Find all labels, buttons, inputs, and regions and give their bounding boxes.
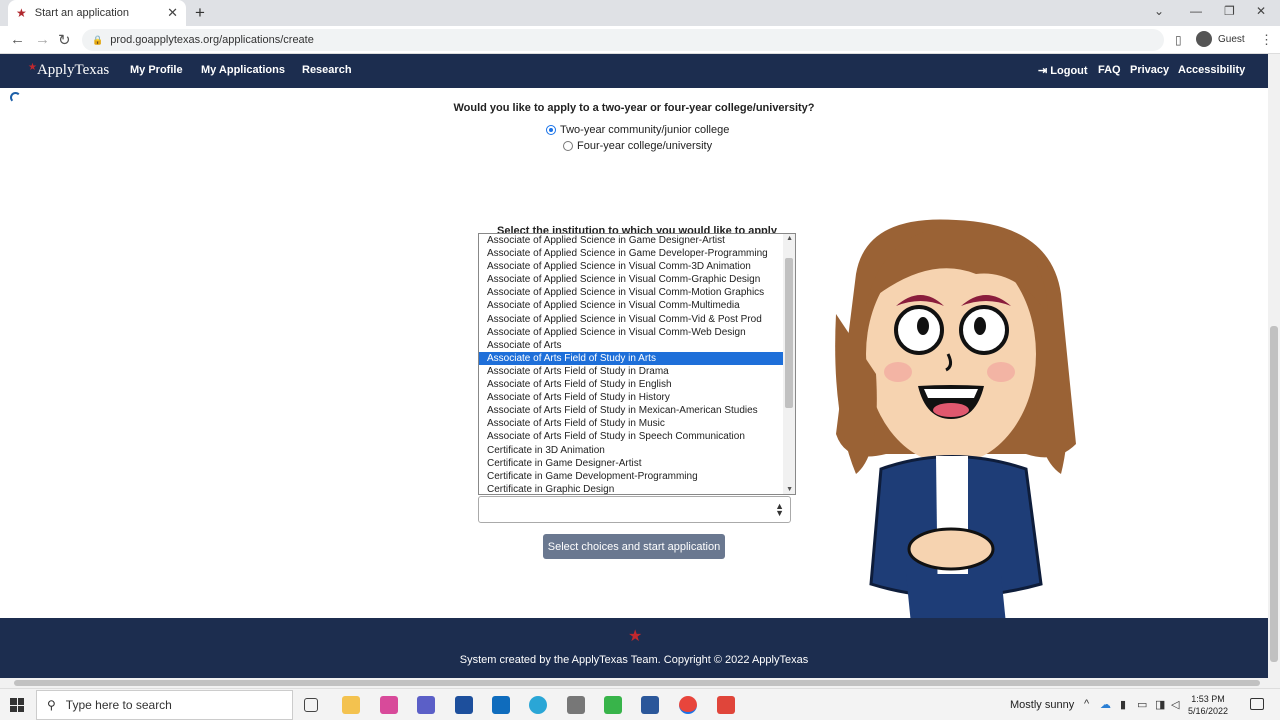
dropdown-option[interactable]: Certificate in Game Development-Programm… <box>479 470 783 483</box>
word-icon[interactable] <box>641 696 659 714</box>
new-tab-icon[interactable]: + <box>195 3 205 23</box>
dropdown-option[interactable]: Associate of Applied Science in Visual C… <box>479 286 783 299</box>
dropdown-option[interactable]: Associate of Arts Field of Study in Arts <box>479 351 783 365</box>
url-text: prod.goapplytexas.org/applications/creat… <box>110 34 314 46</box>
restore-icon[interactable]: ❐ <box>1224 4 1235 18</box>
nav-my-applications[interactable]: My Applications <box>201 64 285 76</box>
dropdown-scrollbar[interactable]: ▲ ▼ <box>783 234 795 494</box>
tray-chevron-icon[interactable]: ^ <box>1084 698 1089 710</box>
avatar <box>1196 31 1212 47</box>
dropdown-option[interactable]: Certificate in Game Designer-Artist <box>479 457 783 470</box>
favicon-star-icon: ★ <box>16 6 27 20</box>
system-clock[interactable]: 1:53 PM 5/16/2022 <box>1188 693 1228 717</box>
dropdown-option[interactable]: Associate of Arts <box>479 339 783 352</box>
dropdown-option[interactable]: Associate of Arts Field of Study in Spee… <box>479 430 783 443</box>
battery-icon[interactable]: ▭ <box>1137 698 1147 711</box>
horizontal-scroll-thumb[interactable] <box>14 680 1260 686</box>
chrome-icon[interactable] <box>679 696 697 714</box>
menu-icon[interactable]: ⋮ <box>1260 32 1273 48</box>
scroll-up-icon[interactable]: ▲ <box>786 235 793 242</box>
profile-button[interactable]: Guest <box>1196 31 1245 47</box>
notification-icon[interactable] <box>1250 698 1264 710</box>
close-tab-icon[interactable]: ✕ <box>167 5 178 21</box>
tab-search-icon[interactable]: ⌄ <box>1154 4 1164 18</box>
site-footer: ★ System created by the ApplyTexas Team.… <box>0 618 1268 678</box>
site-navbar: ★ApplyTexas My Profile My Applications R… <box>0 54 1268 88</box>
dropdown-option[interactable]: Associate of Applied Science in Visual C… <box>479 260 783 273</box>
close-window-icon[interactable]: ✕ <box>1256 4 1266 18</box>
program-dropdown-list[interactable]: Associate of Applied Science in Game Des… <box>478 233 796 495</box>
dropdown-option[interactable]: Associate of Arts Field of Study in Dram… <box>479 365 783 378</box>
nav-faq[interactable]: FAQ <box>1098 64 1121 76</box>
option-two-year[interactable]: Two-year community/junior college <box>546 124 729 136</box>
dropdown-option[interactable]: Associate of Arts Field of Study in Mexi… <box>479 404 783 417</box>
taskbar-search-placeholder: Type here to search <box>65 698 172 712</box>
nav-my-profile[interactable]: My Profile <box>130 64 183 76</box>
tab-title: Start an application <box>34 7 129 19</box>
logout-icon: ⇥ <box>1038 65 1051 77</box>
dropdown-scroll-thumb[interactable] <box>785 258 793 408</box>
dropdown-option[interactable]: Associate of Applied Science in Visual C… <box>479 326 783 339</box>
radio-four-year[interactable] <box>563 141 573 151</box>
program-select[interactable]: ▲ ▼ <box>478 496 791 523</box>
windows-taskbar: ⚲ Type here to search Mostly sunny ^ ☁ ▮… <box>0 688 1280 720</box>
dropdown-option[interactable]: Associate of Applied Science in Game Dev… <box>479 247 783 260</box>
nav-research[interactable]: Research <box>302 64 352 76</box>
usb-icon[interactable]: ▮ <box>1120 698 1126 711</box>
nav-accessibility[interactable]: Accessibility <box>1178 64 1245 76</box>
dropdown-option[interactable]: Associate of Arts Field of Study in Engl… <box>479 378 783 391</box>
dropdown-option[interactable]: Associate of Arts Field of Study in Hist… <box>479 391 783 404</box>
dropdown-option[interactable]: Associate of Applied Science in Visual C… <box>479 313 783 326</box>
select-arrows-icon: ▲ ▼ <box>775 501 784 518</box>
search-icon: ⚲ <box>47 698 56 712</box>
app-icon-2[interactable] <box>455 696 473 714</box>
radio-two-year[interactable] <box>546 125 556 135</box>
url-bar[interactable]: 🔒 prod.goapplytexas.org/applications/cre… <box>82 29 1164 51</box>
start-application-button[interactable]: Select choices and start application <box>543 534 725 559</box>
app-icon-5[interactable] <box>717 696 735 714</box>
applytexas-logo[interactable]: ★ApplyTexas <box>28 62 109 79</box>
network-icon[interactable]: ◨ <box>1155 698 1165 711</box>
teams-icon[interactable] <box>417 696 435 714</box>
nav-logout[interactable]: ⇥ Logout <box>1038 64 1088 77</box>
lock-icon: 🔒 <box>92 34 104 45</box>
college-type-question: Would you like to apply to a two-year or… <box>453 102 815 114</box>
dropdown-option[interactable]: Certificate in 3D Animation <box>479 444 783 457</box>
footer-star-icon: ★ <box>628 628 643 645</box>
taskbar-search[interactable]: ⚲ Type here to search <box>36 690 293 720</box>
browser-tab-bar: ★ Start an application ✕ + ⌄ — ❐ ✕ <box>0 0 1280 26</box>
file-explorer-icon[interactable] <box>342 696 360 714</box>
browser-tab[interactable]: ★ Start an application ✕ <box>8 0 186 26</box>
nav-privacy[interactable]: Privacy <box>1130 64 1169 76</box>
option-four-year[interactable]: Four-year college/university <box>563 140 712 152</box>
onedrive-icon[interactable]: ☁ <box>1100 698 1111 711</box>
app-icon-3[interactable] <box>567 696 585 714</box>
copyright-text: System created by the ApplyTexas Team. C… <box>459 654 809 666</box>
dropdown-option[interactable]: Certificate in Graphic Design <box>479 483 783 494</box>
dropdown-option[interactable]: Associate of Applied Science in Visual C… <box>479 273 783 286</box>
weather-text[interactable]: Mostly sunny <box>1010 699 1074 711</box>
profile-label: Guest <box>1218 33 1245 45</box>
app-icon-1[interactable] <box>380 696 398 714</box>
back-icon[interactable]: ← <box>10 31 25 48</box>
outlook-icon[interactable] <box>492 696 510 714</box>
page-scrollbar[interactable] <box>1268 54 1280 678</box>
page-scroll-thumb[interactable] <box>1270 326 1278 662</box>
dropdown-option[interactable]: Associate of Applied Science in Game Des… <box>479 234 783 247</box>
volume-icon[interactable]: ◁ <box>1171 698 1179 711</box>
address-toolbar: ← → ↻ 🔒 prod.goapplytexas.org/applicatio… <box>0 26 1280 54</box>
app-icon-4[interactable] <box>604 696 622 714</box>
dropdown-option[interactable]: Associate of Applied Science in Visual C… <box>479 299 783 312</box>
reload-icon[interactable]: ↻ <box>58 31 71 49</box>
edge-icon[interactable] <box>529 696 547 714</box>
windows-start-icon[interactable] <box>10 698 24 712</box>
minimize-icon[interactable]: — <box>1190 4 1202 18</box>
cartoon-guide-illustration <box>835 219 1076 680</box>
scroll-down-icon[interactable]: ▼ <box>786 486 793 493</box>
sidepanel-icon[interactable]: ▯ <box>1175 33 1182 47</box>
task-view-icon[interactable] <box>304 698 318 712</box>
horizontal-scrollbar[interactable] <box>0 678 1280 688</box>
dropdown-option[interactable]: Associate of Arts Field of Study in Musi… <box>479 417 783 430</box>
forward-icon[interactable]: → <box>35 31 50 48</box>
